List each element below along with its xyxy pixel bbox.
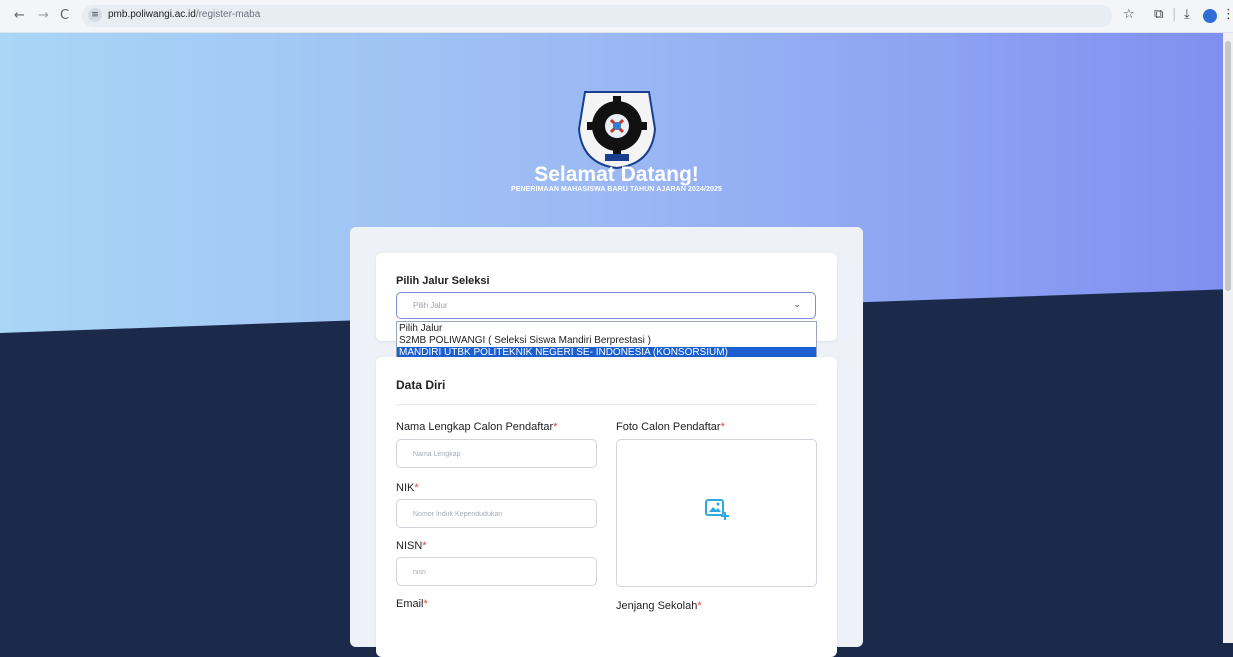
extensions-icon[interactable]: ⧉ [1154, 7, 1163, 22]
toolbar-divider: | [1172, 7, 1177, 22]
nama-label: Nama Lengkap Calon Pendaftar* [396, 421, 558, 433]
poliwangi-logo [577, 91, 657, 170]
email-label: Email* [396, 598, 428, 610]
welcome-title: Selamat Datang! [534, 163, 699, 186]
nisn-field[interactable] [396, 557, 597, 587]
divider [396, 404, 817, 405]
welcome-subtitle: PENERIMAAN MAHASISWA BARU TAHUN AJARAN 2… [510, 186, 723, 193]
nik-label: NIK* [396, 482, 419, 494]
jalur-select-value: Pilih Jalur [413, 301, 448, 310]
menu-icon[interactable]: ⋮ [1222, 7, 1233, 22]
jenjang-label: Jenjang Sekolah* [616, 600, 702, 612]
section-title: Data Diri [396, 378, 446, 392]
nama-field[interactable] [396, 439, 597, 469]
downloads-icon[interactable]: ⤓ [1184, 7, 1190, 22]
back-icon[interactable]: ← [14, 8, 25, 23]
nik-input[interactable] [397, 500, 595, 529]
chevron-down-icon: ⌄ [793, 300, 801, 310]
nik-field[interactable] [396, 499, 597, 529]
jalur-select[interactable]: Pilih Jalur ⌄ [396, 292, 816, 319]
profile-icon[interactable] [1203, 9, 1217, 27]
jalur-option[interactable]: Pilih Jalur [399, 323, 814, 335]
nisn-input[interactable] [397, 558, 595, 587]
browser-toolbar: ← → C ≡ pmb.poliwangi.ac.id/register-mab… [0, 0, 1233, 33]
page-scrollbar[interactable] [1223, 33, 1233, 643]
foto-label: Foto Calon Pendaftar* [616, 421, 725, 433]
jalur-dropdown: Pilih Jalur S2MB POLIWANGI ( Seleksi Sis… [396, 321, 817, 361]
nama-input[interactable] [397, 440, 595, 469]
add-image-icon[interactable] [705, 498, 729, 522]
site-info-icon[interactable]: ≡ [88, 8, 102, 22]
star-icon[interactable]: ☆ [1123, 7, 1135, 22]
url-path: /register-maba [195, 9, 261, 20]
photo-upload-box[interactable] [616, 439, 817, 587]
address-bar[interactable]: ≡ pmb.poliwangi.ac.id/register-maba [82, 5, 1112, 27]
nisn-label: NISN* [396, 540, 427, 552]
url-domain: pmb.poliwangi.ac.id [108, 9, 196, 20]
forward-icon[interactable]: → [38, 8, 49, 23]
reload-icon[interactable]: C [60, 8, 69, 23]
jalur-option[interactable]: S2MB POLIWANGI ( Seleksi Siswa Mandiri B… [399, 335, 814, 347]
jalur-label: Pilih Jalur Seleksi [396, 275, 490, 287]
